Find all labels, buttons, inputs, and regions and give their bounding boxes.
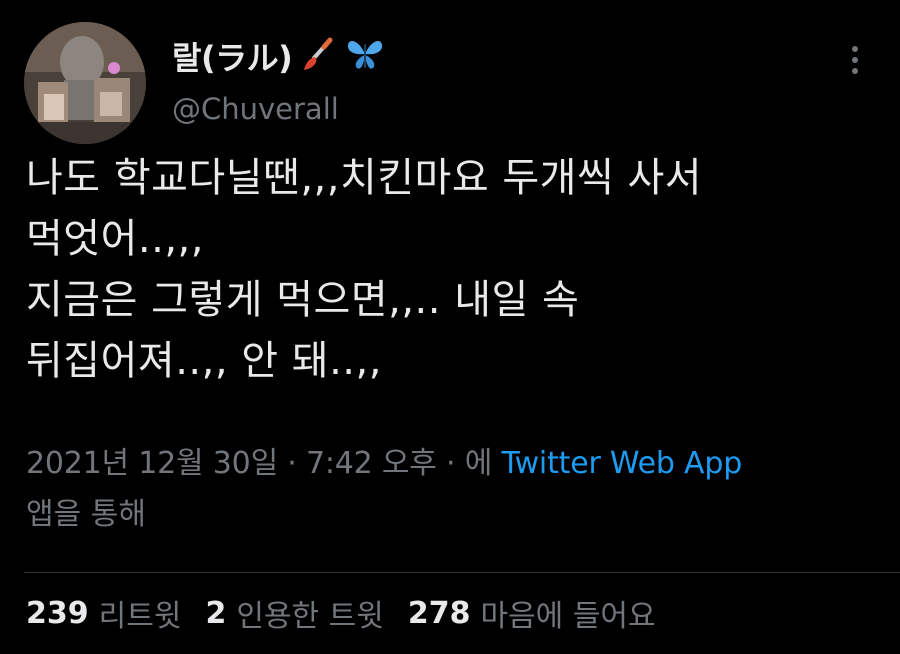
more-options-icon	[852, 46, 858, 52]
author-display-name[interactable]: 랄(ラル)	[172, 33, 293, 79]
divider	[24, 572, 900, 573]
retweets-count: 239	[26, 595, 89, 631]
tweet-meta: 2021년 12월 30일 · 7:42 오후 · 에 Twitter Web …	[26, 440, 886, 488]
retweets-label: 리트윗	[98, 599, 182, 634]
likes-stat[interactable]: 278 마음에 들어요	[408, 591, 656, 635]
tweet-source-link[interactable]: Twitter Web App	[501, 446, 742, 481]
author-handle[interactable]: @Chuverall	[172, 92, 339, 126]
likes-label: 마음에 들어요	[480, 599, 656, 634]
avatar[interactable]	[24, 22, 146, 144]
quotes-count: 2	[205, 595, 227, 631]
tweet-source-suffix: 앱을 통해	[26, 497, 146, 532]
paintbrush-icon	[298, 34, 338, 78]
tweet-text-line: 먹엇어..,,,	[26, 216, 204, 262]
more-options-button[interactable]	[838, 40, 872, 80]
author-name-row[interactable]: 랄(ラル)	[172, 34, 386, 78]
avatar-image	[24, 22, 146, 144]
tweet-text: 나도 학교다닐땐,,,치킨마요 두개씩 사서 먹엇어..,,, 지금은 그렇게 …	[26, 148, 876, 392]
tweet-timestamp[interactable]: 2021년 12월 30일 · 7:42 오후 · 에	[26, 446, 501, 481]
quotes-label: 인용한 트윗	[236, 599, 384, 634]
more-options-icon-dot	[852, 68, 858, 74]
tweet-stats: 239 리트윗 2 인용한 트윗 278 마음에 들어요	[26, 590, 680, 636]
tweet-text-line: 지금은 그렇게 먹으면,,.. 내일 속	[26, 277, 580, 323]
likes-count: 278	[407, 595, 471, 631]
more-options-icon-dot	[852, 57, 858, 63]
tweet-text-line: 나도 학교다닐땐,,,치킨마요 두개씩 사서	[26, 155, 703, 201]
retweets-stat[interactable]: 239 리트윗	[26, 591, 181, 635]
tweet-text-line: 뒤집어져..,, 안 돼..,,	[26, 338, 382, 384]
quotes-stat[interactable]: 2 인용한 트윗	[205, 591, 383, 635]
butterfly-icon	[344, 34, 386, 78]
